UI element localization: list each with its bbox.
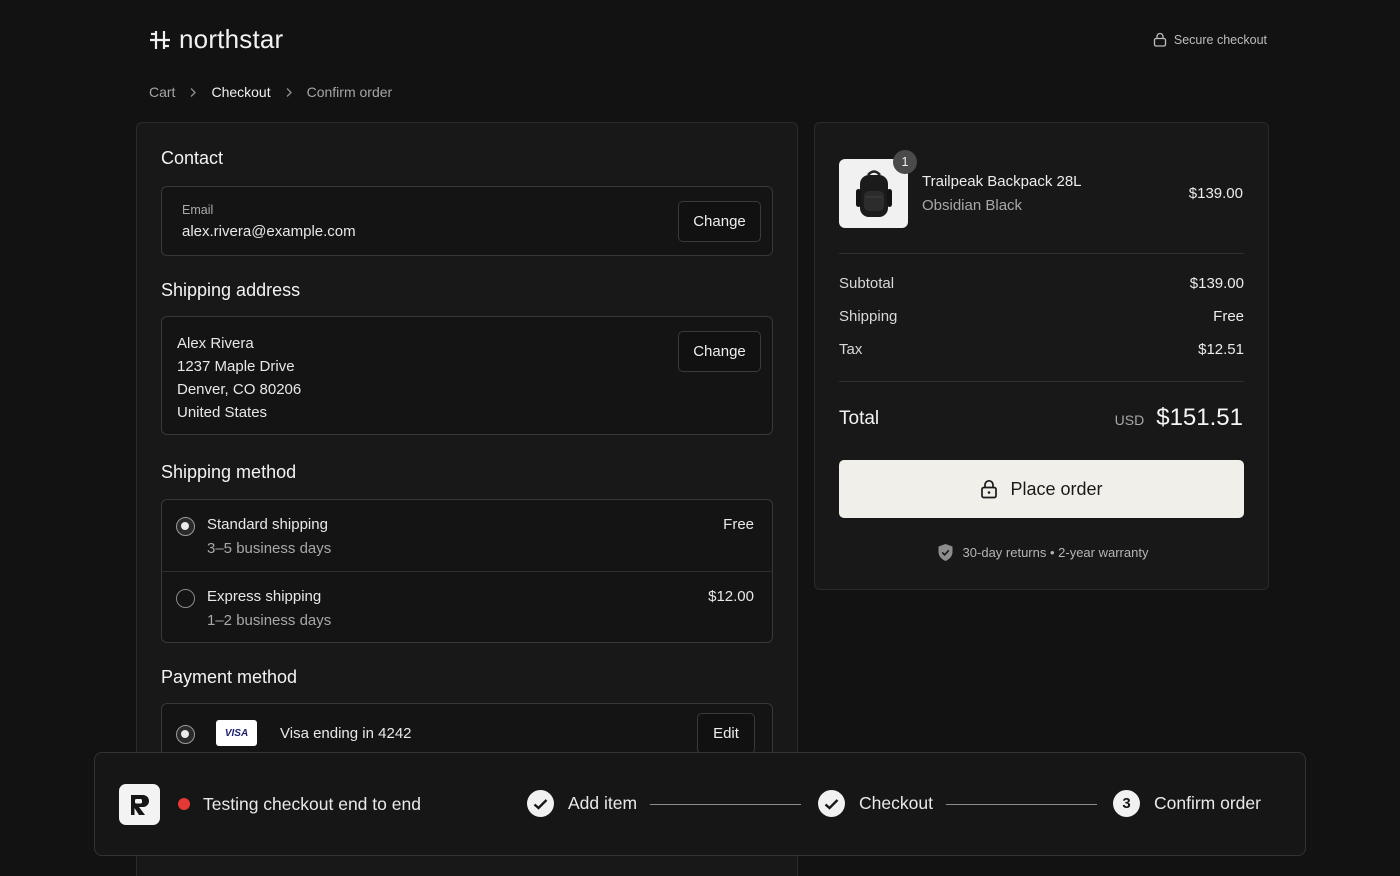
tax-value: $12.51 [1198,341,1244,358]
order-summary-panel: 1 Trailpeak Backpack 28L Obsidian Black … [814,122,1269,590]
card-label: Visa ending in 4242 [280,725,412,742]
subtotal-value: $139.00 [1189,275,1244,292]
standard-shipping-price: Free [723,516,754,533]
summary-divider [839,381,1244,382]
edit-payment-button[interactable]: Edit [697,713,755,754]
step-connector [946,804,1097,805]
site-header: northstar Secure checkout [149,24,1267,56]
check-icon [527,790,554,817]
summary-divider [839,253,1244,254]
visa-brand-text: VISA [224,727,249,739]
radio-express[interactable] [176,589,195,608]
breadcrumb-confirm-order[interactable]: Confirm order [307,84,393,100]
express-shipping-name: Express shipping [207,588,322,605]
total-amount: USD $151.51 [1115,404,1243,432]
recording-indicator [178,798,190,810]
shipping-address-title: Shipping address [161,280,301,300]
shipping-label: Shipping [839,308,898,325]
breadcrumb-cart[interactable]: Cart [149,84,175,100]
step-confirm-order: 3 Confirm order [1113,790,1261,817]
product-variant: Obsidian Black [922,197,1023,214]
app-logo-icon [119,784,160,825]
shipping-address-box: Alex Rivera 1237 Maple Drive Denver, CO … [161,316,773,435]
address-country: United States [177,404,268,421]
shipping-option-express[interactable]: Express shipping 1–2 business days $12.0… [162,572,772,642]
quantity-badge: 1 [893,150,917,174]
step-add-item: Add item [527,790,637,817]
tax-label: Tax [839,341,863,358]
contact-box: Email alex.rivera@example.com Change [161,186,773,256]
currency-code: USD [1114,412,1145,428]
step-label: Confirm order [1154,793,1261,813]
address-name: Alex Rivera [177,335,254,352]
breadcrumb-checkout[interactable]: Checkout [211,84,270,100]
change-address-button[interactable]: Change [678,331,761,372]
backpack-image-icon [855,169,892,217]
lock-icon [981,479,998,499]
place-order-button[interactable]: Place order [839,460,1244,518]
place-order-label: Place order [1010,478,1103,499]
subtotal-label: Subtotal [839,275,895,292]
step-checkout: Checkout [818,790,933,817]
email-value: alex.rivera@example.com [182,223,356,240]
chevron-right-icon [189,87,197,98]
check-icon [818,790,845,817]
shipping-row: Shipping Free [839,308,1244,325]
brand-logo[interactable]: northstar [149,24,283,55]
total-value: $151.51 [1156,404,1243,431]
contact-title: Contact [161,148,224,168]
step-connector [650,804,801,805]
change-email-button[interactable]: Change [678,201,761,242]
standard-shipping-detail: 3–5 business days [207,540,332,557]
total-label: Total [839,408,880,429]
brand-name: northstar [179,24,284,54]
breadcrumb: Cart Checkout Confirm order [149,84,392,100]
secure-checkout-label: Secure checkout [1153,32,1267,47]
test-run-title: Testing checkout end to end [203,794,421,814]
shipping-method-box: Standard shipping 3–5 business days Free… [161,499,773,643]
guarantee-text: 30-day returns • 2-year warranty [962,545,1149,560]
express-shipping-detail: 1–2 business days [207,612,332,629]
standard-shipping-name: Standard shipping [207,516,328,533]
chevron-right-icon [285,87,293,98]
guarantee-note: 30-day returns • 2-year warranty [815,543,1270,562]
radio-visa[interactable] [176,725,195,744]
visa-card-icon: VISA [216,720,257,746]
subtotal-row: Subtotal $139.00 [839,275,1244,292]
shipping-method-title: Shipping method [161,462,297,482]
northstar-logo-icon [150,30,170,49]
payment-method-title: Payment method [161,667,298,687]
address-city: Denver, CO 80206 [177,381,302,398]
email-label: Email [182,203,214,217]
step-label: Checkout [859,793,933,813]
address-street: 1237 Maple Drive [177,358,295,375]
test-run-bar: Testing checkout end to end Add item Che… [94,752,1306,856]
express-shipping-price: $12.00 [708,588,754,605]
lock-icon [1153,32,1167,47]
tax-row: Tax $12.51 [839,341,1244,358]
shipping-value: Free [1213,308,1244,325]
radio-standard[interactable] [176,517,195,536]
step-number: 3 [1113,790,1140,817]
product-price: $139.00 [1188,185,1243,202]
step-label: Add item [568,793,638,813]
shield-check-icon [938,544,953,561]
product-name: Trailpeak Backpack 28L [922,173,1082,190]
shipping-option-standard[interactable]: Standard shipping 3–5 business days Free [162,500,772,572]
address-lines: Alex Rivera 1237 Maple Drive Denver, CO … [177,332,301,424]
secure-checkout-text: Secure checkout [1173,32,1267,47]
